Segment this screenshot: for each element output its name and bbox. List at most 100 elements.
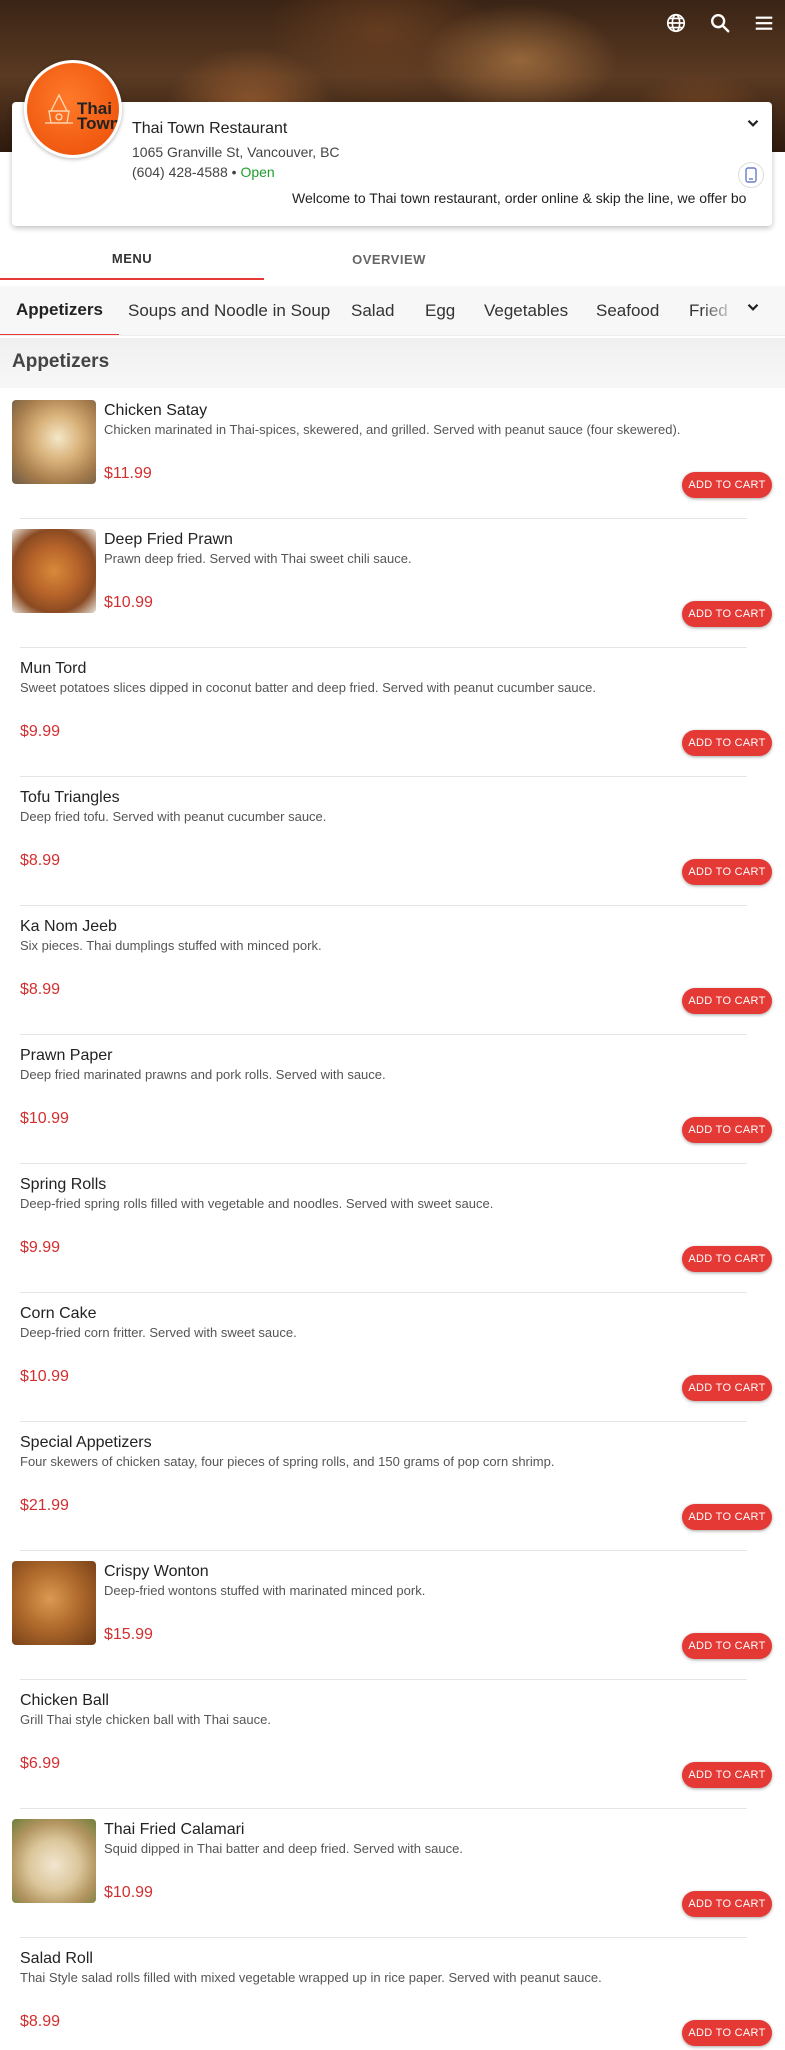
menu-item[interactable]: Crispy Wonton Deep-fried wontons stuffed… (0, 1551, 785, 1680)
category-chevron-down-icon[interactable] (744, 298, 762, 316)
menu-item[interactable]: Thai Fried Calamari Squid dipped in Thai… (0, 1809, 785, 1938)
item-description: Thai Style salad rolls filled with mixed… (20, 1970, 602, 1985)
item-price: $10.99 (20, 1110, 69, 1127)
menu-item[interactable]: Mun Tord Sweet potatoes slices dipped in… (0, 648, 785, 777)
item-name: Tofu Triangles (20, 789, 120, 806)
tab-bar: MENU OVERVIEW (0, 238, 785, 280)
welcome-message: Welcome to Thai town restaurant, order o… (292, 190, 747, 206)
add-to-cart-button[interactable]: ADD TO CART (682, 601, 772, 627)
menu-item[interactable]: Chicken Satay Chicken marinated in Thai-… (0, 390, 785, 519)
phone-call-button[interactable] (738, 162, 764, 188)
menu-item[interactable]: Salad Roll Thai Style salad rolls filled… (0, 1938, 785, 2050)
menu-item[interactable]: Prawn Paper Deep fried marinated prawns … (0, 1035, 785, 1164)
menu-item[interactable]: Ka Nom Jeeb Six pieces. Thai dumplings s… (0, 906, 785, 1035)
item-name: Special Appetizers (20, 1434, 152, 1451)
item-price: $10.99 (104, 1884, 153, 1901)
item-price: $11.99 (104, 465, 152, 482)
item-description: Prawn deep fried. Served with Thai sweet… (104, 551, 412, 566)
item-description: Sweet potatoes slices dipped in coconut … (20, 680, 596, 695)
item-price: $6.99 (20, 1755, 61, 1772)
item-image[interactable] (12, 1819, 96, 1903)
add-to-cart-button[interactable]: ADD TO CART (682, 2020, 772, 2046)
item-name: Mun Tord (20, 660, 87, 677)
category-bar: Appetizers Soups and Noodle in Soup Sala… (0, 286, 785, 336)
logo-emblem-icon (41, 93, 77, 138)
add-to-cart-button[interactable]: ADD TO CART (682, 730, 772, 756)
add-to-cart-button[interactable]: ADD TO CART (682, 1762, 772, 1788)
item-description: Deep fried tofu. Served with peanut cucu… (20, 809, 327, 824)
add-to-cart-button[interactable]: ADD TO CART (682, 1246, 772, 1272)
item-description: Squid dipped in Thai batter and deep fri… (104, 1841, 463, 1856)
item-name: Prawn Paper (20, 1047, 113, 1064)
header-actions (663, 10, 777, 36)
add-to-cart-button[interactable]: ADD TO CART (682, 472, 772, 498)
menu-item[interactable]: Special Appetizers Four skewers of chick… (0, 1422, 785, 1551)
item-name: Thai Fried Calamari (104, 1821, 245, 1838)
restaurant-name: Thai Town Restaurant (132, 120, 288, 137)
add-to-cart-button[interactable]: ADD TO CART (682, 1117, 772, 1143)
restaurant-phone[interactable]: (604) 428-4588 (132, 164, 228, 180)
item-image[interactable] (12, 400, 96, 484)
restaurant-logo: Thai Town (24, 60, 122, 158)
item-price: $21.99 (20, 1497, 69, 1514)
category-egg[interactable]: Egg (425, 286, 455, 335)
item-name: Crispy Wonton (104, 1563, 209, 1580)
item-price: $8.99 (20, 2013, 61, 2030)
restaurant-phone-line: (604) 428-4588 • Open (132, 164, 275, 180)
item-description: Deep-fried spring rolls filled with vege… (20, 1196, 494, 1211)
tab-menu[interactable]: MENU (0, 238, 264, 280)
menu-icon[interactable] (751, 10, 777, 36)
item-price: $10.99 (20, 1368, 69, 1385)
menu-item[interactable]: Corn Cake Deep-fried corn fritter. Serve… (0, 1293, 785, 1422)
item-image[interactable] (12, 529, 96, 613)
item-description: Grill Thai style chicken ball with Thai … (20, 1712, 271, 1727)
category-salad[interactable]: Salad (351, 286, 394, 335)
item-name: Ka Nom Jeeb (20, 918, 117, 935)
restaurant-info-card (12, 102, 772, 226)
section-title: Appetizers (12, 351, 110, 372)
menu-item[interactable]: Spring Rolls Deep-fried spring rolls fil… (0, 1164, 785, 1293)
open-status: Open (240, 164, 275, 180)
add-to-cart-button[interactable]: ADD TO CART (682, 988, 772, 1014)
tab-overview[interactable]: OVERVIEW (264, 238, 514, 280)
item-name: Spring Rolls (20, 1176, 107, 1193)
separator: • (227, 164, 241, 180)
item-price: $15.99 (104, 1626, 153, 1643)
add-to-cart-button[interactable]: ADD TO CART (682, 1504, 772, 1530)
menu-item[interactable]: Deep Fried Prawn Prawn deep fried. Serve… (0, 519, 785, 648)
search-icon[interactable] (707, 10, 733, 36)
chevron-down-icon[interactable] (744, 114, 762, 132)
category-soups-and-noodle[interactable]: Soups and Noodle in Soup (128, 286, 330, 335)
category-seafood[interactable]: Seafood (596, 286, 659, 335)
logo-text: Thai Town (77, 100, 121, 133)
item-image[interactable] (12, 1561, 96, 1645)
category-appetizers[interactable]: Appetizers (0, 286, 119, 335)
add-to-cart-button[interactable]: ADD TO CART (682, 859, 772, 885)
item-name: Chicken Satay (104, 402, 208, 419)
item-description: Six pieces. Thai dumplings stuffed with … (20, 938, 322, 953)
item-price: $9.99 (20, 1239, 61, 1256)
item-description: Deep fried marinated prawns and pork rol… (20, 1067, 386, 1082)
item-description: Chicken marinated in Thai-spices, skewer… (104, 422, 681, 437)
phone-icon (745, 167, 757, 183)
item-name: Corn Cake (20, 1305, 97, 1322)
restaurant-address: 1065 Granville St, Vancouver, BC (132, 144, 340, 160)
category-vegetables[interactable]: Vegetables (484, 286, 568, 335)
item-description: Deep-fried wontons stuffed with marinate… (104, 1583, 426, 1598)
category-fade (700, 286, 785, 335)
item-price: $8.99 (20, 981, 61, 998)
item-name: Salad Roll (20, 1950, 93, 1967)
add-to-cart-button[interactable]: ADD TO CART (682, 1375, 772, 1401)
section-header: Appetizers (0, 338, 785, 388)
item-description: Four skewers of chicken satay, four piec… (20, 1454, 555, 1469)
item-name: Chicken Ball (20, 1692, 109, 1709)
item-price: $8.99 (20, 852, 61, 869)
add-to-cart-button[interactable]: ADD TO CART (682, 1633, 772, 1659)
add-to-cart-button[interactable]: ADD TO CART (682, 1891, 772, 1917)
logo-text-line2: Town (77, 114, 121, 133)
item-price: $10.99 (104, 594, 153, 611)
globe-icon[interactable] (663, 10, 689, 36)
menu-item[interactable]: Chicken Ball Grill Thai style chicken ba… (0, 1680, 785, 1809)
item-name: Deep Fried Prawn (104, 531, 233, 548)
menu-item[interactable]: Tofu Triangles Deep fried tofu. Served w… (0, 777, 785, 906)
